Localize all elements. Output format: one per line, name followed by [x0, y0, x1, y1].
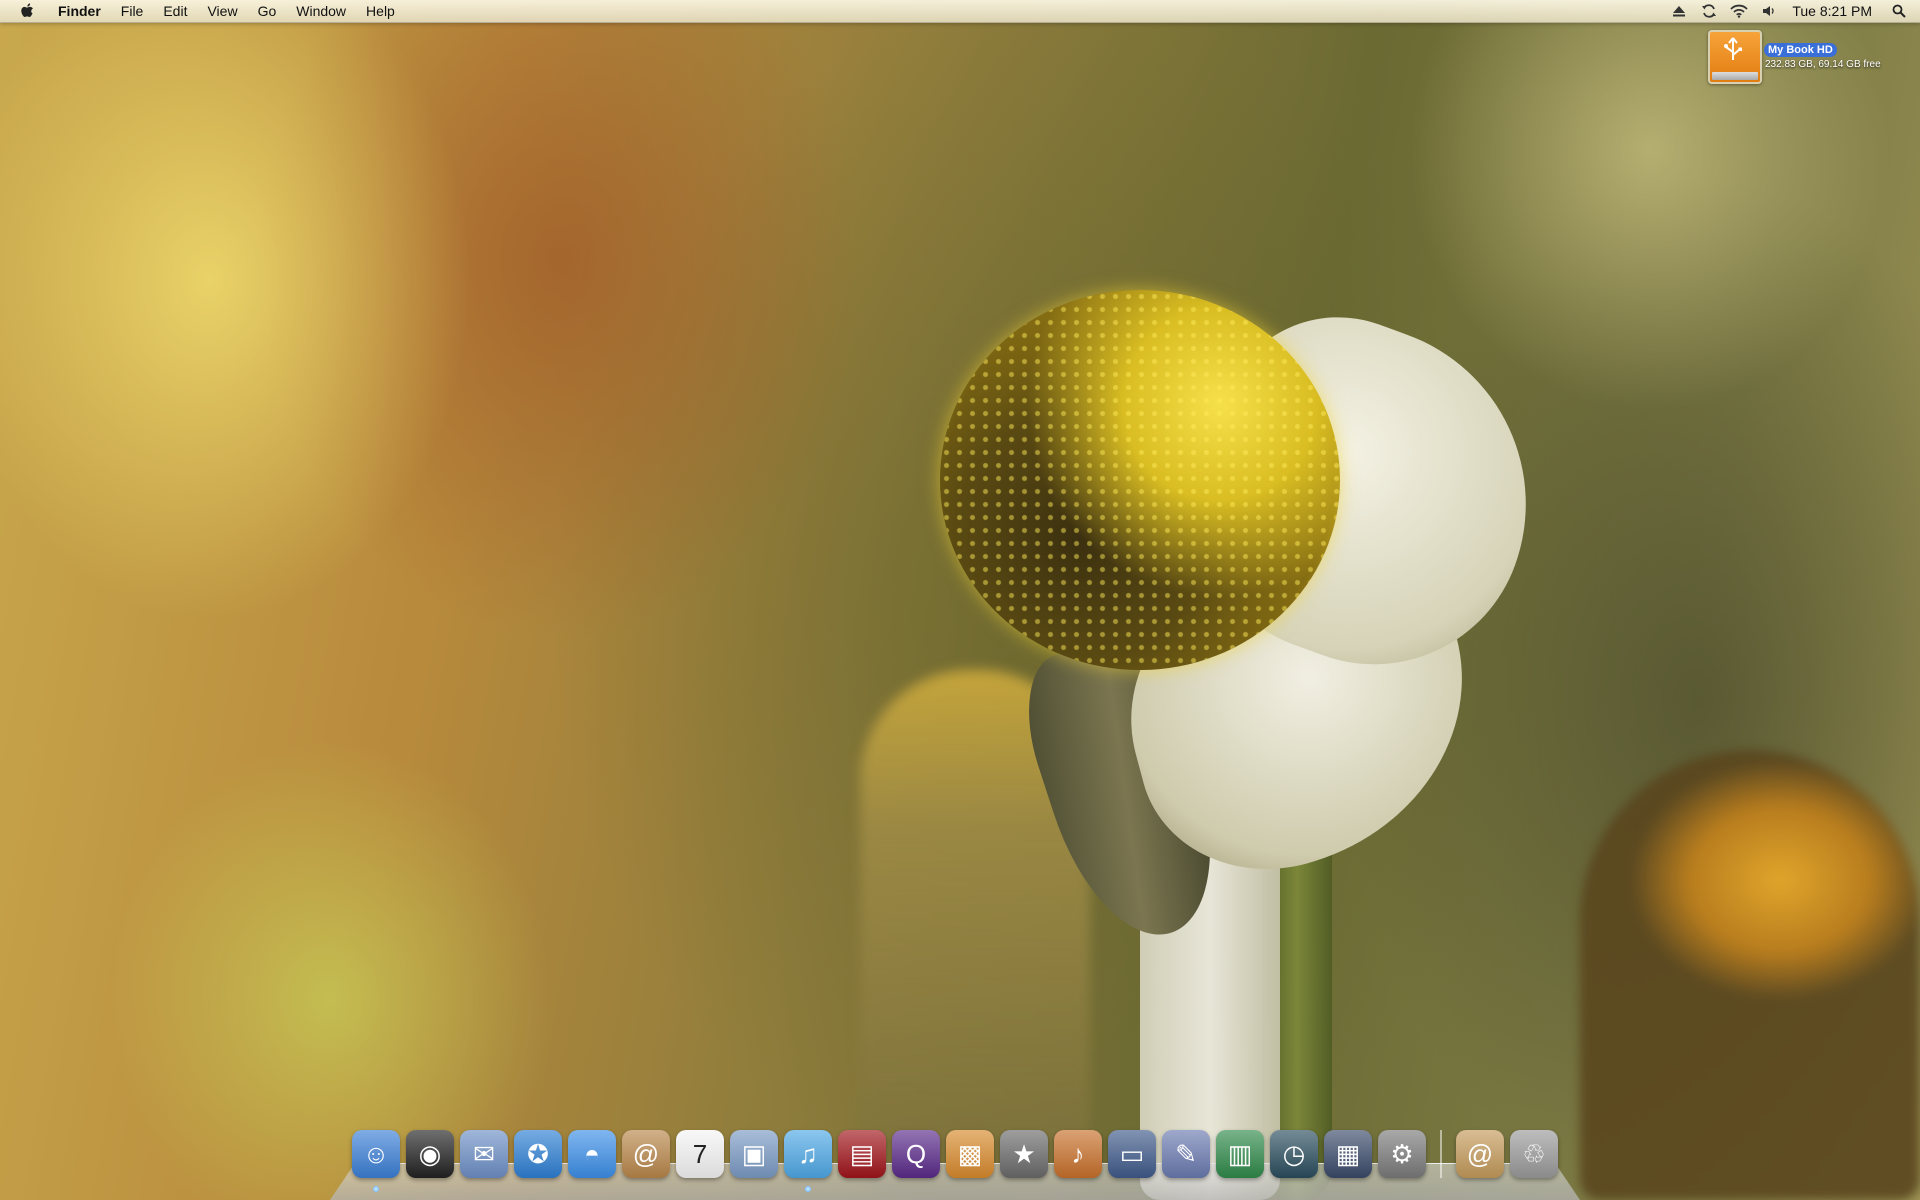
imovie-glyph: ★ [1012, 1138, 1036, 1169]
running-indicator [805, 1186, 811, 1192]
safari-icon[interactable]: ✪ [514, 1130, 562, 1178]
documents-stack-glyph: @ [1466, 1138, 1494, 1169]
ichat-glyph: ◓ [584, 1138, 600, 1169]
menu-window[interactable]: Window [286, 0, 356, 22]
imovie-icon[interactable]: ★ [1000, 1130, 1048, 1178]
address-book-icon[interactable]: @ [622, 1130, 670, 1178]
drive-name-label: My Book HD [1764, 43, 1837, 57]
eject-icon[interactable] [1668, 0, 1690, 22]
mail-icon[interactable]: ✉ [460, 1130, 508, 1178]
dock-items: ☺ ◉ ✉ ✪ ◓ @7 ▣ ♫ ▤ Q ▩ ★ ♪ ▭ ✎ ▥ ◷ ▦ ⚙ @ ♲ [352, 1124, 1558, 1192]
apple-menu[interactable] [0, 0, 48, 22]
apple-logo-icon [21, 3, 33, 18]
dock-separator [1440, 1130, 1442, 1178]
keynote-glyph: ▭ [1119, 1138, 1145, 1169]
itunes-icon[interactable]: ♫ [784, 1130, 832, 1192]
iphoto-glyph: ▩ [957, 1138, 983, 1169]
preview-glyph: ▣ [741, 1138, 767, 1169]
quicktime-icon[interactable]: Q [892, 1130, 940, 1178]
garageband-icon[interactable]: ♪ [1054, 1130, 1102, 1178]
quicktime-glyph: Q [905, 1138, 927, 1169]
volume-icon[interactable] [1758, 0, 1780, 22]
iphoto-icon[interactable]: ▩ [946, 1130, 994, 1178]
flower-head [940, 290, 1340, 670]
pages-icon[interactable]: ✎ [1162, 1130, 1210, 1178]
spaces-icon[interactable]: ▦ [1324, 1130, 1372, 1178]
mail-glyph: ✉ [473, 1138, 495, 1169]
menu-go[interactable]: Go [248, 0, 287, 22]
time-machine-icon[interactable]: ◷ [1270, 1130, 1318, 1178]
front-row-glyph: ▤ [849, 1138, 875, 1169]
running-indicator [373, 1186, 379, 1192]
system-preferences-glyph: ⚙ [1390, 1138, 1414, 1169]
ical-glyph: 7 [692, 1138, 708, 1169]
dashboard-icon[interactable]: ◉ [406, 1130, 454, 1178]
spaces-glyph: ▦ [1335, 1138, 1361, 1169]
ichat-icon[interactable]: ◓ [568, 1130, 616, 1178]
dashboard-glyph: ◉ [418, 1138, 442, 1169]
menu-edit[interactable]: Edit [153, 0, 197, 22]
numbers-glyph: ▥ [1227, 1138, 1253, 1169]
pages-glyph: ✎ [1175, 1138, 1197, 1169]
desktop-background [0, 0, 1920, 1200]
address-book-glyph: @ [632, 1138, 660, 1169]
menu-view[interactable]: View [197, 0, 247, 22]
safari-glyph: ✪ [527, 1138, 549, 1169]
front-row-icon[interactable]: ▤ [838, 1130, 886, 1178]
menu-bar: Finder File Edit View Go Window Help Tue… [0, 0, 1920, 23]
menu-extras: Tue 8:21 PM [1664, 0, 1920, 22]
garageband-glyph: ♪ [1071, 1138, 1085, 1169]
desktop-drive-my-book-hd[interactable]: My Book HD 232.83 GB, 69.14 GB free [1708, 30, 1908, 84]
flower-bud-right [1580, 750, 1920, 1200]
drive-capacity-info: 232.83 GB, 69.14 GB free [1765, 59, 1881, 70]
trash-icon[interactable]: ♲ [1510, 1130, 1558, 1178]
finder-icon[interactable]: ☺ [352, 1130, 400, 1192]
external-drive-icon[interactable] [1708, 30, 1762, 84]
preview-icon[interactable]: ▣ [730, 1130, 778, 1178]
menu-clock[interactable]: Tue 8:21 PM [1784, 0, 1884, 22]
dock: ☺ ◉ ✉ ✪ ◓ @7 ▣ ♫ ▤ Q ▩ ★ ♪ ▭ ✎ ▥ ◷ ▦ ⚙ @ ♲ [330, 1118, 1580, 1200]
system-preferences-icon[interactable]: ⚙ [1378, 1130, 1426, 1178]
spotlight-search-icon[interactable] [1888, 0, 1910, 22]
trash-glyph: ♲ [1522, 1138, 1546, 1169]
finder-glyph: ☺ [362, 1138, 390, 1169]
menu-help[interactable]: Help [356, 0, 405, 22]
numbers-icon[interactable]: ▥ [1216, 1130, 1264, 1178]
menu-file[interactable]: File [111, 0, 154, 22]
app-menu-finder[interactable]: Finder [48, 0, 111, 22]
itunes-glyph: ♫ [798, 1138, 818, 1169]
time-machine-glyph: ◷ [1282, 1138, 1306, 1169]
documents-stack-icon[interactable]: @ [1456, 1130, 1504, 1178]
wifi-icon[interactable] [1728, 0, 1750, 22]
sync-icon[interactable] [1698, 0, 1720, 22]
ical-icon[interactable]: 7 [676, 1130, 724, 1178]
keynote-icon[interactable]: ▭ [1108, 1130, 1156, 1178]
